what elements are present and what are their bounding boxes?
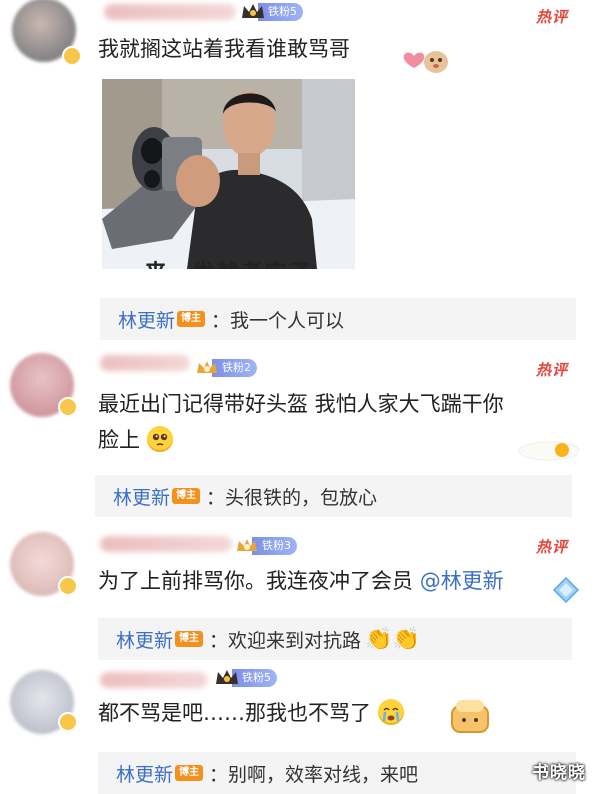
avatar-badge — [62, 46, 82, 66]
reply-text: ：别啊，效率对线，来吧 — [209, 763, 419, 786]
mention-link[interactable]: @林更新 — [420, 569, 504, 593]
blogger-tag: 博主 — [175, 765, 204, 781]
blogger-tag: 博主 — [177, 311, 206, 327]
reply-author[interactable]: 林更新 — [118, 306, 175, 333]
comment-1: 铁粉5 热评 我就搁这站着我看谁敢骂哥 来一发就老实了 — [0, 0, 598, 345]
fan-badge: 铁粉5 — [240, 2, 303, 22]
comment-text: 为了上前排骂你。我连夜冲了会员 @林更新 — [98, 562, 504, 600]
fan-level-icon — [234, 536, 260, 556]
clapping-hands-icon: 👏 — [365, 626, 393, 652]
fan-badge: 铁粉2 — [194, 358, 257, 378]
bread-sticker-icon — [446, 696, 494, 736]
blogger-reply[interactable]: 林更新 博主 ：头很铁的，包放心 — [95, 475, 572, 517]
blogger-tag: 博主 — [175, 631, 204, 647]
blogger-reply[interactable]: 林更新 博主 ：欢迎来到对抗路 👏 👏 — [98, 618, 572, 660]
reply-text: ：头很铁的，包放心 — [206, 486, 378, 509]
pleading-face-icon — [146, 426, 173, 452]
fan-badge: 铁粉3 — [234, 536, 297, 556]
reply-text: ：我一个人可以 — [211, 309, 345, 332]
reply-text: ：欢迎来到对抗路 — [209, 629, 362, 652]
avatar-badge — [58, 397, 78, 417]
reply-author[interactable]: 林更新 — [113, 483, 170, 510]
comment-text-line-2: 脸上 — [98, 421, 173, 459]
comment-3: 铁粉3 热评 为了上前排骂你。我连夜冲了会员 @林更新 林更新 博主 ：欢迎来到… — [0, 520, 598, 660]
comment-text-label: 都不骂是吧……那我也不骂了 — [98, 701, 371, 725]
reply-author[interactable]: 林更新 — [116, 760, 173, 787]
comment-2: 铁粉2 热评 最近出门记得带好头盔 我怕人家大飞踹干你 脸上 林更新 博主 ：头… — [0, 345, 598, 520]
crying-face-icon — [377, 699, 404, 725]
blogger-reply[interactable]: 林更新 博主 ：我一个人可以 — [100, 298, 576, 340]
username-blurred[interactable] — [104, 4, 236, 20]
watermark: 书晓晓 — [532, 763, 586, 783]
comment-text-line-2-label: 脸上 — [98, 428, 140, 452]
comment-text-label: 为了上前排骂你。我连夜冲了会员 — [98, 569, 413, 593]
clapping-hands-icon: 👏 — [392, 626, 420, 652]
blogger-reply[interactable]: 林更新 博主 ：别啊，效率对线，来吧 — [98, 752, 576, 794]
username-blurred[interactable] — [100, 672, 208, 688]
image-caption: 来一发就老实了 — [102, 255, 355, 269]
member-diamond-icon — [552, 576, 580, 604]
hot-label: 热评 — [535, 538, 568, 556]
fried-egg-sticker-icon — [518, 438, 580, 462]
comment-image[interactable]: 来一发就老实了 — [102, 79, 355, 269]
blogger-tag: 博主 — [172, 488, 201, 504]
fan-badge: 铁粉5 — [214, 668, 277, 688]
comment-4: 铁粉5 都不骂是吧……那我也不骂了 林更新 博主 ：别啊，效率对线，来吧 — [0, 660, 598, 794]
comment-text: 都不骂是吧……那我也不骂了 — [98, 694, 404, 732]
fan-level-icon — [194, 358, 220, 378]
hot-label: 热评 — [535, 8, 568, 26]
username-blurred[interactable] — [100, 536, 232, 552]
hot-label: 热评 — [535, 361, 568, 379]
crown-icon — [240, 2, 266, 22]
reply-author[interactable]: 林更新 — [116, 626, 173, 653]
crown-icon — [214, 668, 240, 688]
avatar-badge — [58, 712, 78, 732]
username-blurred[interactable] — [100, 355, 190, 371]
avatar-badge — [58, 576, 78, 596]
comment-text: 我就搁这站着我看谁敢骂哥 — [98, 37, 350, 61]
heart-sticker-icon — [400, 42, 452, 80]
comment-text-line-1: 最近出门记得带好头盔 我怕人家大飞踹干你 — [98, 392, 504, 416]
